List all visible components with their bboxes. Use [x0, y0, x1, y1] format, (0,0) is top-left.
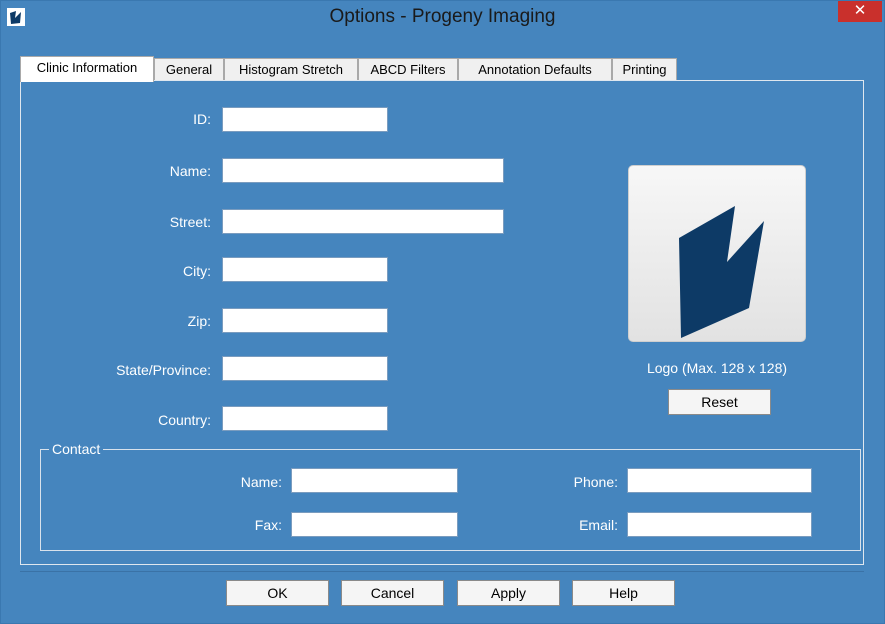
logo-caption: Logo (Max. 128 x 128) — [646, 360, 788, 376]
clinic-id-input[interactable] — [222, 107, 388, 132]
logo-preview[interactable] — [628, 165, 806, 342]
tab-abcd-filters[interactable]: ABCD Filters — [358, 58, 458, 80]
state-province-input[interactable] — [222, 356, 388, 381]
id-label: ID: — [193, 111, 211, 127]
ok-button[interactable]: OK — [226, 580, 329, 606]
city-label: City: — [183, 263, 211, 279]
phone-label: Phone: — [573, 474, 618, 490]
state-province-label: State/Province: — [116, 362, 211, 378]
fax-label: Fax: — [254, 517, 282, 533]
close-button[interactable]: ✕ — [838, 1, 882, 22]
options-window: Options - Progeny Imaging ✕ Clinic Infor… — [0, 0, 885, 624]
progeny-logo-icon — [679, 206, 764, 338]
country-input[interactable] — [222, 406, 388, 431]
cancel-button[interactable]: Cancel — [341, 580, 444, 606]
apply-button[interactable]: Apply — [457, 580, 560, 606]
fax-input[interactable] — [291, 512, 458, 537]
close-icon: ✕ — [853, 2, 867, 19]
contact-group-legend: Contact — [49, 441, 104, 457]
street-label: Street: — [169, 214, 211, 230]
title-bar[interactable]: Options - Progeny Imaging ✕ — [1, 1, 884, 32]
tab-annotation-defaults[interactable]: Annotation Defaults — [458, 58, 612, 80]
country-label: Country: — [158, 412, 211, 428]
reset-logo-button[interactable]: Reset — [668, 389, 771, 415]
zip-input[interactable] — [222, 308, 388, 333]
city-input[interactable] — [222, 257, 388, 282]
footer-divider — [20, 571, 864, 572]
contact-name-label: Name: — [240, 474, 282, 490]
phone-input[interactable] — [627, 468, 812, 493]
clinic-name-input[interactable] — [222, 158, 504, 183]
contact-name-input[interactable] — [291, 468, 458, 493]
email-input[interactable] — [627, 512, 812, 537]
tab-printing[interactable]: Printing — [612, 58, 677, 80]
tab-clinic-information[interactable]: Clinic Information — [20, 56, 154, 82]
tab-histogram-stretch[interactable]: Histogram Stretch — [224, 58, 358, 80]
zip-label: Zip: — [187, 313, 211, 329]
name-label: Name: — [169, 163, 211, 179]
help-button[interactable]: Help — [572, 580, 675, 606]
tab-general[interactable]: General — [154, 58, 224, 80]
window-title: Options - Progeny Imaging — [329, 6, 556, 27]
street-input[interactable] — [222, 209, 504, 234]
email-label: Email: — [579, 517, 618, 533]
